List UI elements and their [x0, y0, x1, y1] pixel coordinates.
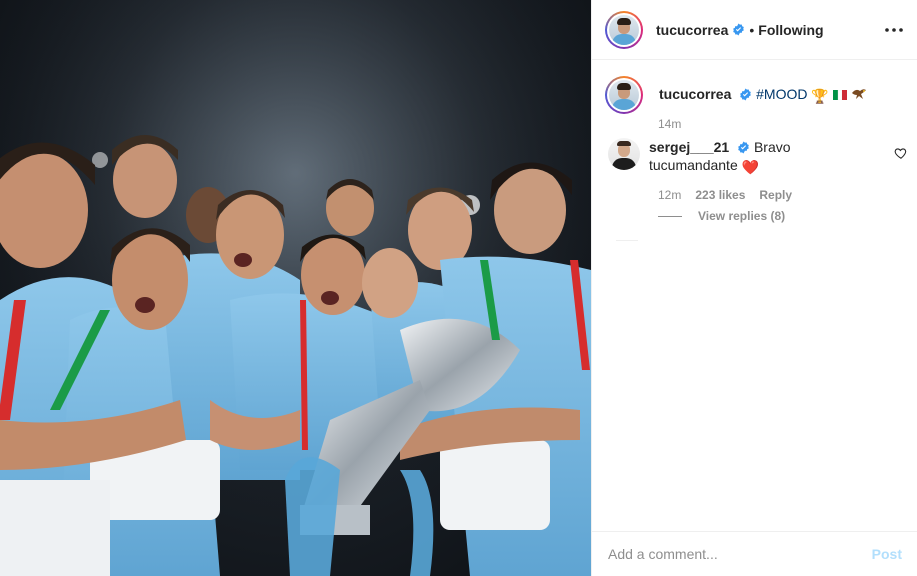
caption-author-avatar[interactable] — [605, 76, 643, 114]
comment-meta: 12m 223 likes Reply — [658, 188, 792, 202]
more-options-button[interactable] — [882, 18, 906, 42]
post-comment-button[interactable]: Post — [872, 546, 902, 562]
post-caption: tucucorrea #MOOD 🏆 — [605, 76, 867, 114]
verified-badge-icon — [740, 88, 752, 101]
eagle-emoji-icon — [851, 89, 866, 99]
comment-likes-count[interactable]: 223 likes — [695, 188, 745, 202]
author-avatar-image — [609, 14, 639, 45]
add-comment-input[interactable] — [608, 546, 872, 562]
commenter-avatar[interactable] — [608, 138, 640, 170]
view-replies-button[interactable]: View replies (8) — [658, 209, 785, 223]
comment-timestamp: 12m — [658, 188, 682, 202]
divider — [616, 240, 638, 241]
caption-username[interactable]: tucucorrea — [659, 86, 731, 102]
view-replies-label: View replies (8) — [698, 209, 786, 223]
post-header: tucucorrea • Following — [592, 0, 917, 60]
following-button[interactable]: Following — [758, 22, 823, 38]
photo-illustration — [0, 0, 591, 576]
post-photo[interactable] — [0, 0, 591, 576]
heart-like-icon[interactable] — [894, 146, 908, 160]
more-horizontal-icon — [885, 28, 903, 32]
replies-divider-line — [658, 215, 682, 217]
reply-button[interactable]: Reply — [759, 188, 792, 202]
author-avatar[interactable] — [605, 10, 643, 49]
italy-flag-icon — [832, 89, 847, 101]
caption-hashtag-link[interactable]: #MOOD — [756, 86, 807, 102]
verified-badge-icon — [738, 141, 749, 154]
instagram-post-modal: tucucorrea • Following tucucorrea #MOOD … — [0, 0, 917, 576]
post-side-panel: tucucorrea • Following tucucorrea #MOOD … — [591, 0, 917, 576]
caption-timestamp: 14m — [658, 117, 682, 131]
comment-item: sergej___21 Bravo tucumandante ❤️ — [608, 138, 908, 176]
verified-badge-icon — [733, 23, 745, 36]
author-username[interactable]: tucucorrea — [656, 22, 728, 38]
follow-separator: • — [749, 21, 755, 38]
red-heart-emoji: ❤️ — [741, 159, 760, 175]
comment-composer: Post — [592, 531, 917, 576]
trophy-emoji: 🏆 — [811, 88, 829, 104]
comment-username[interactable]: sergej___21 — [649, 139, 729, 155]
